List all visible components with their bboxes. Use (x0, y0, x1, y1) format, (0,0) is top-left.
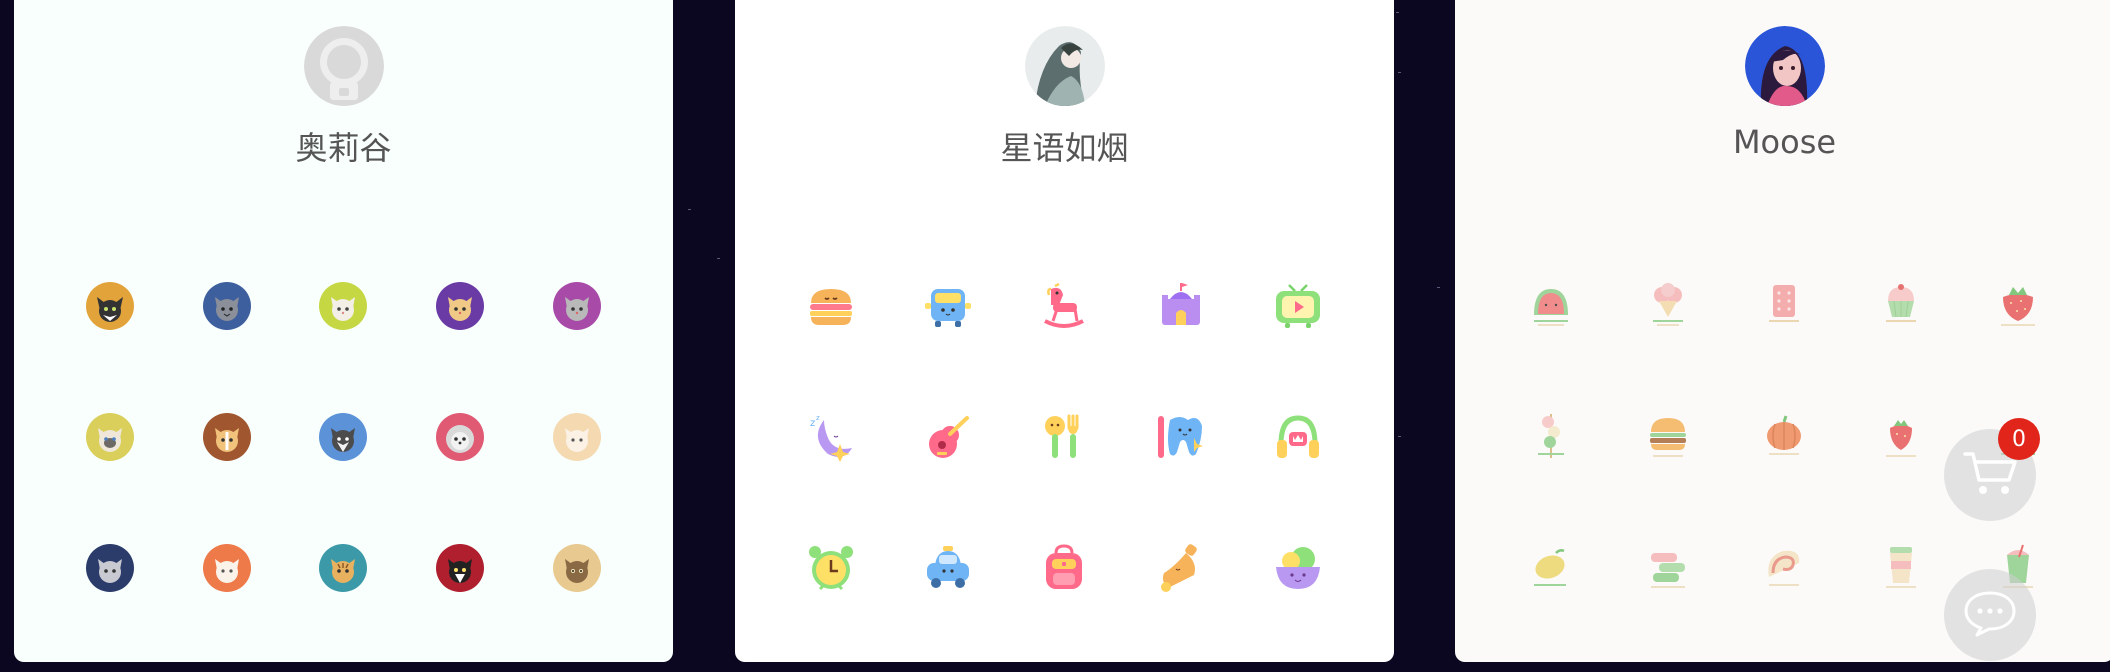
lemon-icon[interactable] (1526, 543, 1576, 593)
background-speck (1437, 287, 1440, 288)
burger-icon[interactable] (1643, 412, 1693, 462)
cart-count-badge: 0 (1998, 418, 2040, 460)
coffee-cup-icon[interactable] (1876, 543, 1926, 593)
author-name: Moose (1732, 123, 1837, 161)
tooth-icon[interactable] (1156, 412, 1206, 462)
alarm-clock-icon[interactable] (806, 543, 856, 593)
author-name: 星语如烟 (1000, 129, 1129, 167)
siamese-cat-icon[interactable] (85, 412, 135, 462)
black-cat-icon[interactable] (85, 281, 135, 331)
pumpkin-icon[interactable] (1759, 412, 1809, 462)
sticker-grid (52, 240, 635, 633)
cream-cat-icon[interactable] (552, 412, 602, 462)
svg-text:z: z (810, 418, 815, 429)
moon-sleep-icon[interactable]: zz (806, 412, 856, 462)
headphones-icon[interactable] (1273, 412, 1323, 462)
chat-button[interactable] (1944, 569, 2036, 661)
blue-cat-icon[interactable] (202, 281, 252, 331)
skewer-icon[interactable] (1526, 412, 1576, 462)
background-speck (688, 209, 691, 210)
strawberry-small-icon[interactable] (1876, 412, 1926, 462)
background-speck (1398, 72, 1401, 73)
husky-cat-icon[interactable] (318, 412, 368, 462)
bell-icon[interactable] (1156, 543, 1206, 593)
cupcake-icon[interactable] (1876, 281, 1926, 331)
default-avatar-icon[interactable] (303, 26, 384, 106)
bowl-icon[interactable] (1273, 543, 1323, 593)
guitar-icon[interactable] (923, 412, 973, 462)
girl-portrait-avatar[interactable] (1024, 26, 1105, 106)
navy-cat-icon[interactable] (85, 543, 135, 593)
white-cat-icon[interactable] (318, 281, 368, 331)
background-speck (717, 258, 720, 259)
sticker-pack-card[interactable]: 星语如烟 zz (735, 0, 1394, 662)
sticker-grid: zz (773, 240, 1356, 633)
background-speck (1396, 12, 1399, 13)
spoon-fork-icon[interactable] (1039, 412, 1089, 462)
striped-cat-icon[interactable] (552, 543, 602, 593)
bus-icon[interactable] (923, 281, 973, 331)
biscuit-icon[interactable] (1759, 281, 1809, 331)
chat-icon (1963, 589, 2017, 641)
ice-cream-icon[interactable] (1643, 281, 1693, 331)
orange-cat-icon[interactable] (202, 543, 252, 593)
fluffy-cat-icon[interactable] (435, 412, 485, 462)
hamburger-icon[interactable] (806, 281, 856, 331)
brown-cat-icon[interactable] (202, 412, 252, 462)
tabby-cat-icon[interactable] (318, 543, 368, 593)
background-speck (1398, 436, 1401, 437)
grey-cat-icon[interactable] (552, 281, 602, 331)
tv-icon[interactable] (1273, 281, 1323, 331)
author-name: 奥莉谷 (295, 129, 392, 167)
tuxedo-cat-icon[interactable] (435, 543, 485, 593)
car-icon[interactable] (923, 543, 973, 593)
rocking-horse-icon[interactable] (1039, 281, 1089, 331)
castle-icon[interactable] (1156, 281, 1206, 331)
girl-anime-avatar[interactable] (1744, 26, 1825, 106)
spiral-cake-icon[interactable] (1759, 543, 1809, 593)
watermelon-icon[interactable] (1526, 281, 1576, 331)
sticker-pack-card[interactable]: Moose (1455, 0, 2110, 662)
svg-text:z: z (816, 414, 820, 422)
backpack-icon[interactable] (1039, 543, 1089, 593)
strawberry-icon[interactable] (1993, 281, 2043, 331)
macaron-icon[interactable] (1643, 543, 1693, 593)
purple-cat-icon[interactable] (435, 281, 485, 331)
sticker-pack-card[interactable]: 奥莉谷 (14, 0, 673, 662)
